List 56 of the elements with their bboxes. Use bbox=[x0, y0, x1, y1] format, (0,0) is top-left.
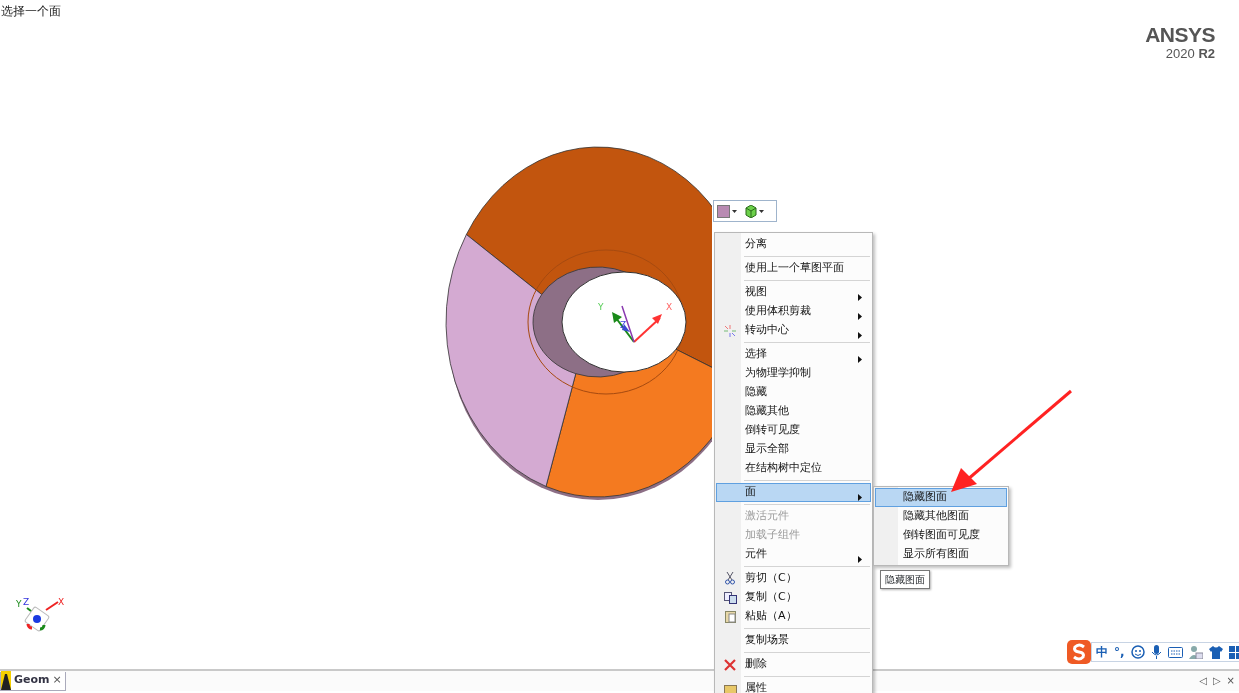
menu-item[interactable]: 使用上一个草图平面 bbox=[716, 259, 871, 278]
axis-label: Z bbox=[23, 597, 30, 607]
user-icon[interactable] bbox=[1188, 645, 1203, 659]
menu-item[interactable]: 元件 bbox=[716, 545, 871, 564]
document-tab[interactable]: Geom × bbox=[0, 671, 66, 691]
status-text: 选择一个面 bbox=[1, 3, 61, 20]
punctuation-toggle[interactable]: °, bbox=[1114, 643, 1125, 661]
smiley-icon[interactable] bbox=[1130, 645, 1145, 659]
app-logo-icon bbox=[1, 671, 11, 690]
axis-label: X bbox=[666, 302, 673, 312]
close-tab-button[interactable]: × bbox=[52, 672, 62, 689]
menu-item[interactable]: 倒转图面可见度 bbox=[875, 526, 1007, 545]
caret-icon bbox=[759, 209, 764, 213]
face-color-dropdown[interactable] bbox=[717, 204, 737, 218]
ime-logo-icon[interactable] bbox=[1067, 640, 1091, 664]
axis-label: Y bbox=[16, 599, 22, 609]
menu-item[interactable]: 使用体积剪裁 bbox=[716, 302, 871, 321]
version-text: 2020 R2 bbox=[1165, 47, 1215, 60]
body-dropdown[interactable] bbox=[745, 204, 764, 218]
shirt-icon[interactable] bbox=[1208, 645, 1223, 659]
previous-tab-button[interactable]: ◁ bbox=[1199, 673, 1207, 688]
menu-item[interactable]: 视图 bbox=[716, 283, 871, 302]
menu-item[interactable]: 隐藏其他 bbox=[716, 402, 871, 421]
menu-item[interactable]: 隐藏 bbox=[716, 383, 871, 402]
menu-item[interactable]: 隐藏其他图面 bbox=[875, 507, 1007, 526]
menu-item[interactable]: 删除 bbox=[716, 655, 871, 674]
menu-item[interactable]: 倒转可见度 bbox=[716, 421, 871, 440]
color-swatch-icon bbox=[717, 204, 730, 218]
grid-icon[interactable] bbox=[1228, 645, 1239, 659]
caret-icon bbox=[732, 209, 737, 213]
menu-item[interactable]: 转动中心 bbox=[716, 321, 871, 340]
menu-item[interactable]: 显示全部 bbox=[716, 440, 871, 459]
tooltip: 隐藏图面 bbox=[880, 570, 930, 589]
logo-text: ANSYS bbox=[1145, 24, 1215, 45]
menu-item[interactable]: 选择 bbox=[716, 345, 871, 364]
cube-icon bbox=[745, 204, 757, 218]
close-button[interactable]: × bbox=[1226, 673, 1235, 688]
menu-item[interactable]: 在结构树中定位 bbox=[716, 459, 871, 478]
menu-item[interactable]: 粘贴（A） bbox=[716, 607, 871, 626]
menu-item[interactable]: 复制场景 bbox=[716, 631, 871, 650]
menu-item[interactable]: 分离 bbox=[716, 235, 871, 254]
axis-arrows-drawing bbox=[612, 305, 662, 343]
keyboard-icon[interactable] bbox=[1167, 646, 1183, 658]
microphone-icon[interactable] bbox=[1150, 645, 1162, 659]
axis-label: Z bbox=[620, 320, 627, 330]
axis-label: X bbox=[58, 597, 65, 607]
menu-item[interactable]: 为物理学抑制 bbox=[716, 364, 871, 383]
axis-label: Y bbox=[598, 302, 604, 312]
menu-item[interactable]: 面 bbox=[716, 483, 871, 502]
next-tab-button[interactable]: ▷ bbox=[1212, 673, 1221, 688]
input-mode-toggle[interactable]: 中 bbox=[1096, 643, 1108, 661]
menu-item[interactable]: 复制（C） bbox=[716, 588, 871, 607]
menu-item[interactable]: 隐藏图面 bbox=[875, 488, 1007, 507]
menu-item[interactable]: 剪切（C） bbox=[716, 569, 871, 588]
menu-item[interactable]: 属性 bbox=[716, 679, 871, 693]
menu-item[interactable]: 显示所有图面 bbox=[875, 545, 1007, 564]
